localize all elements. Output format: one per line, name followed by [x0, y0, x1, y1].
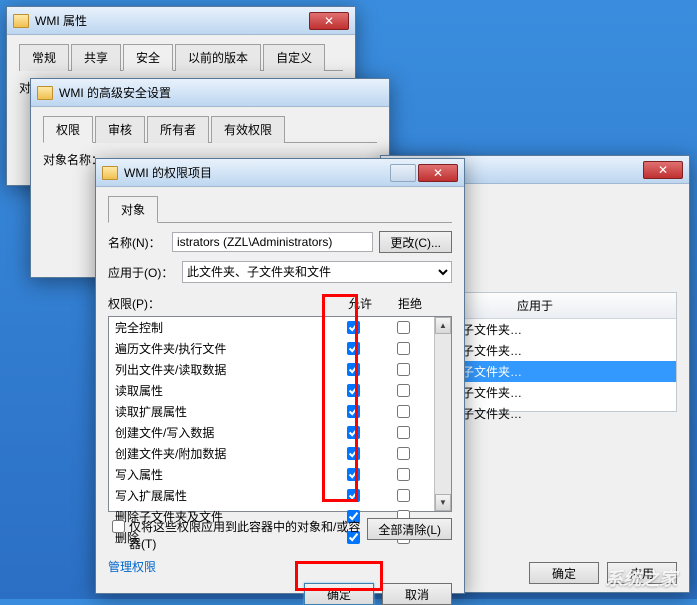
object-name-label: 对象名称：	[43, 151, 103, 168]
deny-checkbox[interactable]	[397, 468, 410, 481]
allow-checkbox[interactable]	[347, 384, 360, 397]
tab-owner[interactable]: 所有者	[147, 116, 209, 143]
allow-checkbox[interactable]	[347, 342, 360, 355]
tab-previous[interactable]: 以前的版本	[175, 44, 261, 71]
allow-checkbox[interactable]	[347, 363, 360, 376]
permission-name: 写入属性	[115, 466, 328, 483]
tab-audit[interactable]: 审核	[95, 116, 145, 143]
permission-row: 创建文件夹/附加数据	[109, 443, 434, 464]
permission-row: 创建文件/写入数据	[109, 422, 434, 443]
titlebar-win2[interactable]: WMI 的高级安全设置	[31, 79, 389, 107]
folder-icon	[37, 86, 53, 100]
permission-name: 写入扩展属性	[115, 487, 328, 504]
tabrow-win2: 权限 审核 所有者 有效权限	[43, 115, 377, 143]
permission-entry-dialog: WMI 的权限项目 ✕ 对象 名称(N)： 更改(C)... 应用于(O)： 此…	[95, 158, 465, 594]
close-icon[interactable]: ✕	[643, 161, 683, 179]
manage-permissions-link[interactable]: 管理权限	[108, 560, 156, 574]
deny-checkbox[interactable]	[397, 342, 410, 355]
tab-share[interactable]: 共享	[71, 44, 121, 71]
allow-checkbox[interactable]	[347, 405, 360, 418]
ok-button[interactable]: 确定	[529, 562, 599, 584]
allow-checkbox[interactable]	[347, 468, 360, 481]
permission-name: 创建文件/写入数据	[115, 424, 328, 441]
window-title: WMI 的权限项目	[124, 164, 390, 181]
name-label: 名称(N)：	[108, 234, 166, 251]
allow-checkbox[interactable]	[347, 321, 360, 334]
help-icon[interactable]	[390, 164, 416, 182]
scroll-down-icon[interactable]: ▼	[435, 494, 451, 511]
change-button[interactable]: 更改(C)...	[379, 231, 452, 253]
scroll-up-icon[interactable]: ▲	[435, 317, 451, 334]
applyto-dropdown[interactable]: 此文件夹、子文件夹和文件	[182, 261, 452, 283]
allow-checkbox[interactable]	[347, 489, 360, 502]
permission-row: 写入扩展属性	[109, 485, 434, 506]
deny-checkbox[interactable]	[397, 321, 410, 334]
permission-name: 遍历文件夹/执行文件	[115, 340, 328, 357]
folder-icon	[102, 166, 118, 180]
only-apply-label: 仅将这些权限应用到此容器中的对象和/或容器(T)	[129, 518, 367, 552]
clear-all-button[interactable]: 全部清除(L)	[367, 518, 452, 540]
permission-row: 遍历文件夹/执行文件	[109, 338, 434, 359]
tab-object[interactable]: 对象	[108, 196, 158, 223]
allow-header: 允许	[335, 295, 385, 312]
tabrow-win1: 常规 共享 安全 以前的版本 自定义	[19, 43, 343, 71]
deny-checkbox[interactable]	[397, 447, 410, 460]
folder-icon	[13, 14, 29, 28]
tab-permissions[interactable]: 权限	[43, 116, 93, 143]
permission-row: 写入属性	[109, 464, 434, 485]
permission-name: 创建文件夹/附加数据	[115, 445, 328, 462]
permission-name: 读取扩展属性	[115, 403, 328, 420]
only-apply-checkbox[interactable]	[112, 520, 125, 533]
permission-row: 读取扩展属性	[109, 401, 434, 422]
allow-checkbox[interactable]	[347, 447, 360, 460]
window-title: WMI 属性	[35, 12, 309, 29]
close-icon[interactable]: ✕	[309, 12, 349, 30]
tab-custom[interactable]: 自定义	[263, 44, 325, 71]
allow-checkbox[interactable]	[347, 426, 360, 439]
tab-general[interactable]: 常规	[19, 44, 69, 71]
deny-checkbox[interactable]	[397, 489, 410, 502]
principal-name-field[interactable]	[172, 232, 373, 252]
close-icon[interactable]: ✕	[418, 164, 458, 182]
deny-checkbox[interactable]	[397, 384, 410, 397]
tab-security[interactable]: 安全	[123, 44, 173, 71]
permission-name: 读取属性	[115, 382, 328, 399]
applyto-label: 应用于(O)：	[108, 264, 176, 281]
tab-effective[interactable]: 有效权限	[211, 116, 285, 143]
scrollbar[interactable]: ▲ ▼	[434, 317, 451, 511]
titlebar-dlg[interactable]: WMI 的权限项目 ✕	[96, 159, 464, 187]
permission-row: 列出文件夹/读取数据	[109, 359, 434, 380]
tabrow-dlg: 对象	[108, 195, 452, 223]
permissions-label: 权限(P)：	[108, 295, 329, 312]
window-title: WMI 的高级安全设置	[59, 84, 383, 101]
permission-row: 读取属性	[109, 380, 434, 401]
ok-button[interactable]: 确定	[304, 583, 374, 605]
deny-checkbox[interactable]	[397, 426, 410, 439]
deny-header: 拒绝	[385, 295, 435, 312]
cancel-button[interactable]: 取消	[382, 583, 452, 605]
deny-checkbox[interactable]	[397, 363, 410, 376]
permission-row: 完全控制	[109, 317, 434, 338]
deny-checkbox[interactable]	[397, 405, 410, 418]
titlebar-win1[interactable]: WMI 属性 ✕	[7, 7, 355, 35]
permission-name: 完全控制	[115, 319, 328, 336]
permissions-table: 完全控制遍历文件夹/执行文件列出文件夹/读取数据读取属性读取扩展属性创建文件/写…	[108, 316, 452, 512]
permission-name: 列出文件夹/读取数据	[115, 361, 328, 378]
watermark: 系统之家	[605, 565, 677, 591]
